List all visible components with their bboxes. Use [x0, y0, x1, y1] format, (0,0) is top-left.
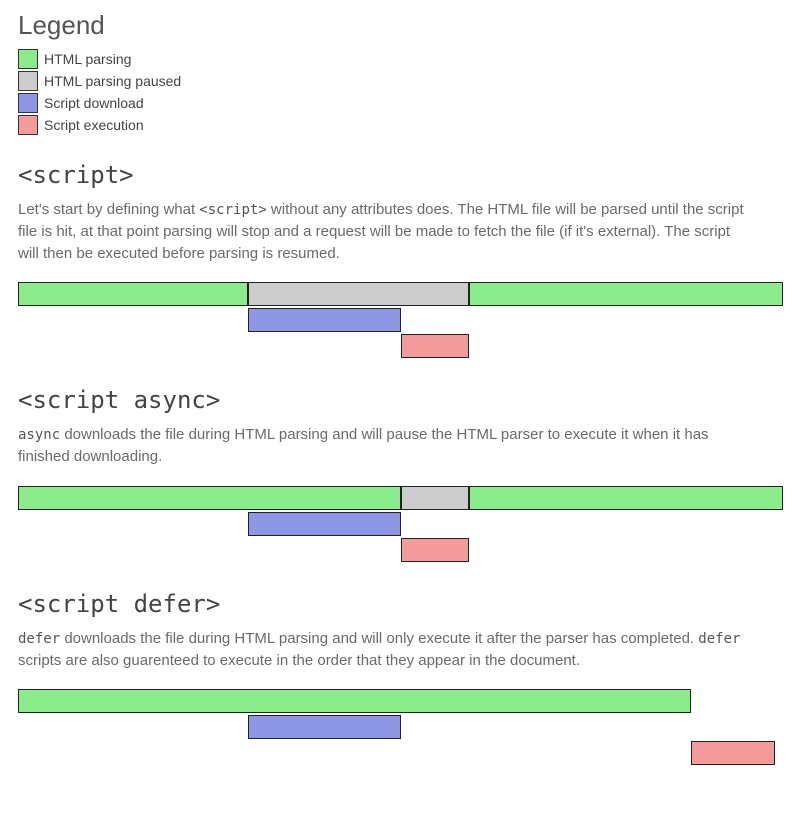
code-inline: defer: [18, 631, 60, 647]
legend-label: Script download: [44, 95, 144, 111]
timeline-segment: [248, 715, 401, 739]
section-desc: Let's start by defining what <script> wi…: [18, 199, 748, 264]
section-desc: async downloads the file during HTML par…: [18, 424, 748, 468]
code-inline: <script>: [199, 202, 266, 218]
timeline-defer: [18, 689, 783, 767]
timeline-track: [18, 741, 783, 767]
legend-label: Script execution: [44, 117, 144, 133]
timeline-track: [18, 486, 783, 512]
timeline-track: [18, 308, 783, 334]
timeline-track: [18, 334, 783, 360]
timeline-track: [18, 715, 783, 741]
legend-item: Script execution: [18, 115, 783, 135]
timeline-segment: [248, 512, 401, 536]
swatch-icon: [18, 49, 38, 69]
timeline-segment: [248, 282, 470, 306]
timeline-segment: [691, 741, 775, 765]
timeline-track: [18, 689, 783, 715]
legend-item: HTML parsing paused: [18, 71, 783, 91]
section-title-defer: <script defer>: [18, 590, 783, 618]
legend-item: Script download: [18, 93, 783, 113]
section-title-script: <script>: [18, 161, 783, 189]
swatch-icon: [18, 71, 38, 91]
timeline-segment: [248, 308, 401, 332]
timeline-segment: [401, 334, 470, 358]
timeline-track: [18, 282, 783, 308]
timeline-segment: [401, 538, 470, 562]
legend-item: HTML parsing: [18, 49, 783, 69]
legend-title: Legend: [18, 10, 783, 41]
timeline-segment: [18, 486, 401, 510]
swatch-icon: [18, 93, 38, 113]
legend-label: HTML parsing paused: [44, 73, 181, 89]
code-inline: async: [18, 427, 60, 443]
timeline-script: [18, 282, 783, 360]
timeline-segment: [469, 486, 783, 510]
section-desc: defer downloads the file during HTML par…: [18, 628, 748, 672]
timeline-segment: [18, 282, 248, 306]
timeline-segment: [469, 282, 783, 306]
code-inline: defer: [698, 631, 740, 647]
timeline-async: [18, 486, 783, 564]
legend-label: HTML parsing: [44, 51, 131, 67]
timeline-track: [18, 512, 783, 538]
timeline-track: [18, 538, 783, 564]
swatch-icon: [18, 115, 38, 135]
timeline-segment: [18, 689, 691, 713]
legend-block: HTML parsing HTML parsing paused Script …: [18, 49, 783, 135]
timeline-segment: [401, 486, 470, 510]
section-title-async: <script async>: [18, 386, 783, 414]
